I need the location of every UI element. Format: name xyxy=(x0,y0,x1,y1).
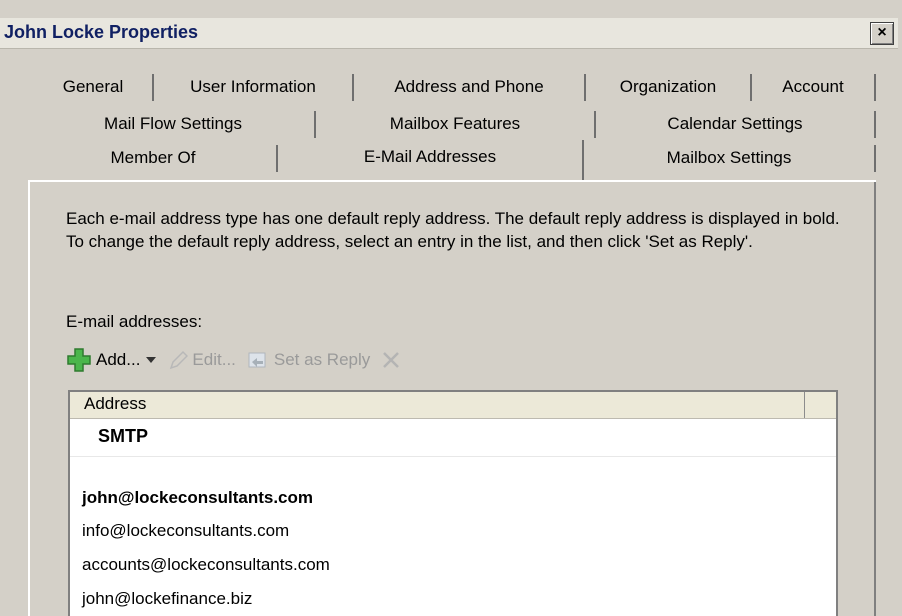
close-button[interactable]: × xyxy=(870,22,894,45)
close-icon: × xyxy=(877,24,887,41)
tab-calendar-settings[interactable]: Calendar Settings xyxy=(596,111,876,138)
group-label: SMTP xyxy=(98,426,149,446)
list-item-default-address[interactable]: john@lockeconsultants.com xyxy=(82,488,313,508)
tab-label: Mail Flow Settings xyxy=(104,114,242,133)
tab-label: Member Of xyxy=(110,148,196,167)
tab-email-addresses[interactable]: E-Mail Addresses xyxy=(278,140,584,180)
tab-general[interactable]: General xyxy=(34,74,154,101)
tab-mailbox-settings[interactable]: Mailbox Settings xyxy=(584,145,876,172)
list-item[interactable]: info@lockeconsultants.com xyxy=(82,521,289,541)
column-divider[interactable] xyxy=(804,392,805,418)
list-item[interactable]: john@lockefinance.biz xyxy=(82,589,252,609)
tab-user-information[interactable]: User Information xyxy=(154,74,354,101)
tab-account[interactable]: Account xyxy=(752,74,876,101)
tab-address-and-phone[interactable]: Address and Phone xyxy=(354,74,586,101)
list-item[interactable]: accounts@lockeconsultants.com xyxy=(82,555,330,575)
tab-label: Organization xyxy=(619,77,717,96)
tab-label: E-Mail Addresses xyxy=(363,147,497,166)
dropdown-arrow-icon[interactable] xyxy=(144,355,158,365)
column-header-address[interactable]: Address xyxy=(84,394,146,414)
pencil-icon xyxy=(170,350,189,370)
description-text: Each e-mail address type has one default… xyxy=(66,209,840,251)
edit-button[interactable]: Edit... xyxy=(168,349,236,371)
tab-mailbox-features[interactable]: Mailbox Features xyxy=(316,111,596,138)
properties-dialog: John Locke Properties × General User Inf… xyxy=(0,0,902,616)
tab-label: Address and Phone xyxy=(394,77,544,96)
remove-x-icon xyxy=(383,352,400,368)
address-toolbar: Add... Edit... Set as Reply xyxy=(66,344,402,376)
set-as-reply-label: Set as Reply xyxy=(273,350,371,369)
email-address-list[interactable]: Address SMTP john@lockeconsultants.com i… xyxy=(68,390,838,616)
tab-label: User Information xyxy=(190,77,316,96)
tab-mail-flow-settings[interactable]: Mail Flow Settings xyxy=(32,111,316,138)
add-button[interactable]: Add... xyxy=(66,347,158,373)
tab-label: Mailbox Settings xyxy=(666,148,792,167)
tab-member-of[interactable]: Member Of xyxy=(30,145,278,172)
list-header: Address xyxy=(70,392,836,419)
tab-label: General xyxy=(62,77,124,96)
tab-organization[interactable]: Organization xyxy=(586,74,752,101)
email-addresses-label: E-mail addresses: xyxy=(66,312,203,331)
remove-button[interactable] xyxy=(380,349,402,371)
tab-label: Mailbox Features xyxy=(389,114,521,133)
title-bar: John Locke Properties × xyxy=(0,18,898,49)
tab-label: Calendar Settings xyxy=(667,114,803,133)
add-plus-icon xyxy=(67,348,91,372)
add-label: Add... xyxy=(96,350,141,369)
group-row-smtp: SMTP xyxy=(70,420,836,457)
window-title: John Locke Properties xyxy=(4,22,199,42)
set-as-reply-button[interactable]: Set as Reply xyxy=(246,349,370,371)
set-reply-icon xyxy=(248,352,266,368)
tab-label: Account xyxy=(782,77,844,96)
edit-label: Edit... xyxy=(192,350,236,369)
